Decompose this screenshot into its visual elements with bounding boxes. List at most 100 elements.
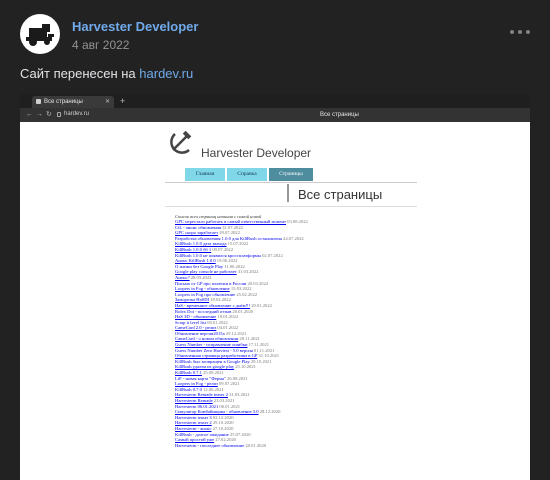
page-link[interactable]: CameCard 2.0 - релиз <box>175 325 216 330</box>
page-date: 09.07.2021 <box>217 381 240 387</box>
page-date: 01.11.2021 <box>252 347 275 353</box>
page-date: 31.10.2021 <box>257 353 280 359</box>
page-link[interactable]: CameCard - о новом обновлении <box>175 336 238 341</box>
page-date: 29.07.2022 <box>218 230 240 236</box>
page-date: 20.01.2020 <box>244 442 267 448</box>
page-date: 26.08.2021 <box>225 375 248 381</box>
page-link[interactable]: Harvesterm 06.01.2021 <box>175 404 218 409</box>
forward-icon[interactable]: → <box>36 111 43 119</box>
avatar[interactable] <box>20 14 60 54</box>
page-link[interactable]: KillRush 0.7.1 <box>175 370 202 375</box>
page-link[interactable]: Анонс KillRush 1.0.0 <box>175 258 216 263</box>
page-link[interactable]: Обновленная страница разработчика в GP <box>175 353 257 358</box>
page-link[interactable]: Harvesterm - последнее обновление <box>175 443 244 448</box>
page-link[interactable]: Harvesterm teaser 3 <box>175 415 212 420</box>
page-date: 19.06.2022 <box>215 258 238 264</box>
page-date: 29.12.2021 <box>224 330 247 336</box>
page-date: 27.02.2020 <box>214 437 236 443</box>
page-date: 28.11.2021 <box>238 336 260 342</box>
page-link[interactable]: Scrap it level list <box>175 320 206 325</box>
page-link[interactable]: CtL - анонс обновления <box>175 225 221 230</box>
page-link[interactable]: KillRush 1.0.0 бб 1 <box>175 247 211 252</box>
page-link[interactable]: HaS - временное обновление с днём!!! <box>175 303 250 308</box>
page-link[interactable]: Harvesterm Remade teaser 2 <box>175 392 228 397</box>
page-date: 09.07.2022 <box>211 246 234 252</box>
tab-title: Все страницы <box>44 99 83 105</box>
page-link[interactable]: Разработка обновления 1.0.0 для KillRush… <box>175 236 282 241</box>
browser-tab[interactable]: Все страницы ✕ <box>32 96 114 108</box>
attached-screenshot[interactable]: Все страницы ✕ + ← → ↻ hardev.ru Все стр… <box>20 94 530 480</box>
page-link[interactable]: GPC перестало работать в самый ответстве… <box>175 219 286 224</box>
browser-address-bar: ← → ↻ hardev.ru Все страницы <box>20 108 530 122</box>
post-text: Сайт перенесен на hardev.ru <box>20 66 193 81</box>
page-date: 15.03.2022 <box>229 286 252 292</box>
page-date: 19.01.2022 <box>216 314 239 320</box>
page-date: 28.03.2022 <box>189 274 212 280</box>
website-page: Harvester Developer Главная Справка Стра… <box>20 122 530 480</box>
page-date: 04.01.2022 <box>216 325 239 331</box>
page-date: 31.03.2022 <box>236 269 259 275</box>
pages-list: GPC перестало работать в самый ответстве… <box>175 219 425 448</box>
page-date: 20.01.2020 <box>231 308 254 314</box>
post-header: Harvester Developer 4 авг 2022 <box>20 14 530 58</box>
page-link[interactable]: KillRush был возвращен в Google Play <box>175 359 250 364</box>
page-date: 06.01.2021 <box>218 403 241 409</box>
more-options-icon[interactable] <box>510 28 530 36</box>
page-link[interactable]: KillRush удален из google play <box>175 364 234 369</box>
page-date: 31.03.2021 <box>227 392 250 398</box>
page-link[interactable]: Письмо от GP про платежи в России <box>175 281 246 286</box>
page-link[interactable]: Harvesterm teaser 2 <box>175 420 212 425</box>
browser-tabbar: Все страницы ✕ + <box>20 94 530 108</box>
page-link[interactable]: Loopers in Fog - обновление <box>175 286 230 291</box>
page-link[interactable]: KillRush 0.7.0 <box>175 387 202 392</box>
page-link[interactable]: Harvesterm Remade <box>175 398 213 403</box>
page-date: 20.03.2022 <box>246 280 269 286</box>
page-link[interactable]: Rolex Dot - последний отзыв <box>175 309 231 314</box>
harvester-icon <box>26 24 54 46</box>
menu-pages-button[interactable]: Страницы <box>269 168 313 181</box>
new-tab-icon[interactable]: + <box>120 96 125 106</box>
hammer-sickle-logo-icon <box>170 130 192 154</box>
site-logo-text: Harvester Developer <box>201 146 312 160</box>
post-date[interactable]: 4 авг 2022 <box>72 38 129 52</box>
menu-home-button[interactable]: Главная <box>185 168 225 181</box>
page-link[interactable]: Анонс? <box>175 275 190 280</box>
page-link[interactable]: Самый простой уже <box>175 437 214 442</box>
page-link[interactable]: Guess Number - исправление ошибки <box>175 342 247 347</box>
page-link[interactable]: HaS 3D - обновление <box>175 314 216 319</box>
divider <box>165 182 417 183</box>
page-date: 25.02.2022 <box>235 291 258 297</box>
close-tab-icon[interactable]: ✕ <box>105 98 110 105</box>
page-link[interactable]: Harvesterm - анонс <box>175 426 212 431</box>
reload-icon[interactable]: ↻ <box>46 111 52 119</box>
post-link[interactable]: hardev.ru <box>139 66 193 81</box>
page-date: 02.07.2022 <box>260 252 283 258</box>
page-link[interactable]: Обновление версии2015а <box>175 331 225 336</box>
url-field[interactable]: hardev.ru <box>64 111 89 117</box>
page-link[interactable]: KillRush 1.0.0 не появился кроссплатформ… <box>175 253 261 258</box>
page-link[interactable]: Loopers in Fog про обновление <box>175 292 235 297</box>
page-date: 29.10.2020 <box>211 420 234 426</box>
page-link[interactable]: GPC скоро заработает <box>175 230 218 235</box>
window-title: Все страницы <box>320 112 359 118</box>
page-link[interactable]: Заморозка HaSDI <box>175 297 209 302</box>
page-link[interactable]: Симулятор Комбайнщика - обновление 3.0 <box>175 409 259 414</box>
page-date: 24.07.2022 <box>281 235 304 241</box>
page-link[interactable]: Loopers in Fog - релиз <box>175 381 218 386</box>
page-link[interactable]: О жизни без Google Play <box>175 264 223 269</box>
page-date: 28.12.2020 <box>258 409 281 415</box>
back-icon[interactable]: ← <box>26 111 33 119</box>
page-link[interactable]: Google play console не работает <box>175 269 237 274</box>
page-favicon-icon <box>36 99 41 104</box>
page-date: 25.07.2020 <box>228 431 251 437</box>
page-link[interactable]: Guess Number Zero Harvtest - 5.0 версия <box>175 348 253 353</box>
page-link[interactable]: KillRush - долгое ожидание <box>175 432 229 437</box>
page-date: 18.02.2022 <box>209 297 231 303</box>
page-date: 31.07.2022 <box>221 224 243 230</box>
author-name[interactable]: Harvester Developer <box>72 19 198 34</box>
page-date: 02.12.2020 <box>211 414 234 420</box>
lock-icon <box>57 112 61 117</box>
page-link[interactable]: LiF - новая карта "Ферма" <box>175 376 226 381</box>
menu-help-button[interactable]: Справка <box>227 168 267 181</box>
page-link[interactable]: KillRush 1.0.0 дата выхода <box>175 241 227 246</box>
